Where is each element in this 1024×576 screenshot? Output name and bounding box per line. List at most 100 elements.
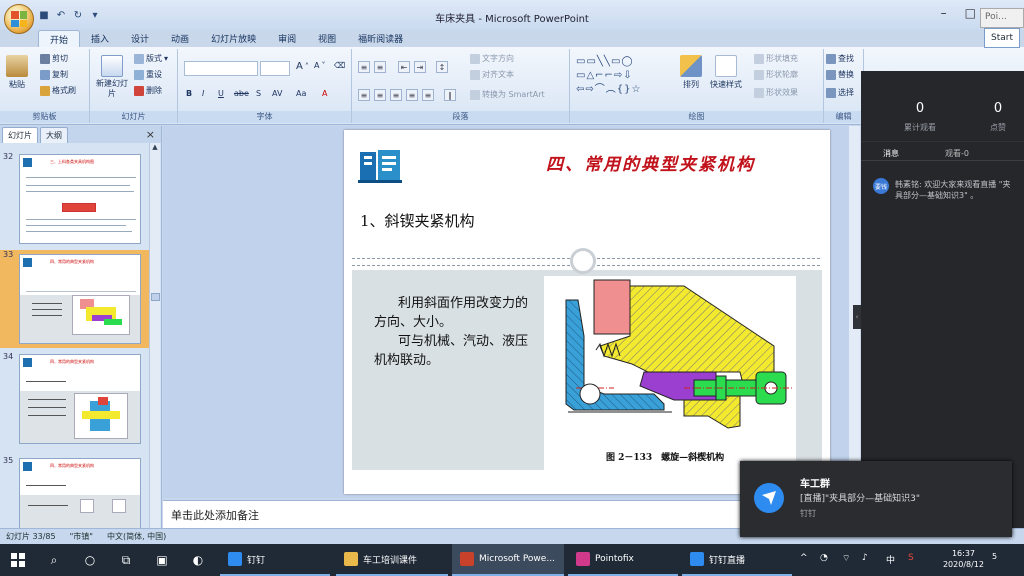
shadow-button[interactable]: S — [256, 89, 261, 98]
replace-button[interactable]: 替换 — [826, 69, 854, 80]
font-size-combo[interactable] — [260, 61, 290, 76]
maximize-icon[interactable]: □ — [965, 6, 976, 20]
align-text-button[interactable]: 对齐文本 — [470, 69, 514, 80]
shape-effects-button[interactable]: 形状效果 — [754, 87, 798, 98]
slide-thumbnail-row[interactable]: 34 四、常用的典型夹紧机构 — [0, 352, 150, 448]
underline-button[interactable]: U — [218, 89, 224, 98]
tab-outline[interactable]: 大纲 — [40, 127, 68, 143]
align-center-icon[interactable]: ≡ — [374, 89, 386, 101]
office-button[interactable] — [4, 4, 34, 34]
taskbar-app-powerpoint[interactable]: Microsoft Powe... — [452, 544, 564, 576]
layout-button[interactable]: 版式 ▾ — [134, 53, 168, 64]
tab-foxit-reader[interactable]: 福昕阅读器 — [347, 30, 414, 48]
reset-icon — [134, 69, 144, 80]
cut-button[interactable]: 剪切 — [40, 53, 68, 64]
taskbar-app-pointofix[interactable]: Pointofix — [568, 544, 678, 576]
increase-indent-icon[interactable]: ⇥ — [414, 61, 426, 73]
align-left-icon[interactable]: ≡ — [358, 89, 370, 101]
arrange-button[interactable]: 排列 — [680, 55, 702, 90]
taskbar-app-dingtalk-live[interactable]: 钉钉直播 — [682, 544, 792, 576]
minimize-icon[interactable]: – — [941, 6, 947, 20]
change-case-button[interactable]: Aa — [296, 89, 306, 98]
italic-button[interactable]: I — [202, 89, 204, 98]
collapse-panel-icon[interactable]: ‹ — [853, 305, 861, 329]
slide-thumbnail[interactable]: 四、常用的典型夹紧机构 — [19, 254, 141, 344]
clock[interactable]: 16:37 2020/8/12 — [943, 548, 984, 570]
select-button[interactable]: 选择 — [826, 87, 854, 98]
tab-insert[interactable]: 插入 — [80, 30, 120, 48]
tab-animations[interactable]: 动画 — [160, 30, 200, 48]
language-indicator[interactable]: 中文(简体, 中国) — [107, 531, 166, 542]
bold-button[interactable]: B — [186, 89, 192, 98]
notification-center-icon[interactable]: 5 — [992, 552, 997, 562]
slide-thumbnail-row[interactable]: 35 四、常用的典型夹紧机构 — [0, 456, 150, 530]
ime-indicator[interactable]: 中 — [886, 553, 895, 566]
slide-thumbnail[interactable]: 四、常用的典型夹紧机构 — [19, 458, 141, 530]
shrink-font-button[interactable]: A ˅ — [314, 61, 325, 70]
font-name-combo[interactable] — [184, 61, 258, 76]
numbering-icon[interactable]: ≡ — [374, 61, 386, 73]
notes-pane[interactable]: 单击此处添加备注 — [163, 500, 741, 528]
distributed-icon[interactable]: ≡ — [422, 89, 434, 101]
windows-start-icon[interactable] — [10, 552, 26, 568]
line-spacing-icon[interactable]: ↕ — [436, 61, 448, 73]
tab-slideshow[interactable]: 幻灯片放映 — [200, 30, 267, 48]
char-spacing-button[interactable]: AV — [272, 89, 282, 98]
taskbar-app-folder[interactable]: 车工培训课件 — [336, 544, 448, 576]
scroll-up-icon[interactable]: ▲ — [150, 143, 160, 154]
font-color-button[interactable]: A — [322, 89, 327, 98]
quick-styles-button[interactable]: 快速样式 — [710, 55, 742, 90]
sogou-icon[interactable]: S — [908, 553, 914, 563]
find-button[interactable]: 查找 — [826, 53, 854, 64]
slides-group-label: 幻灯片 — [90, 111, 177, 123]
notification-toast[interactable]: 车工群 [直播]"夹具部分—基础知识3" 钉钉 — [740, 461, 1012, 537]
tab-messages[interactable]: 消息 — [883, 148, 899, 159]
justify-icon[interactable]: ≡ — [406, 89, 418, 101]
start-button[interactable]: Start — [984, 28, 1020, 48]
slide-thumbnail-row[interactable]: 32 三、上料各类夹具机构图 — [0, 152, 150, 248]
text-direction-button[interactable]: 文字方向 — [470, 53, 514, 64]
tab-review[interactable]: 审阅 — [267, 30, 307, 48]
store-icon[interactable]: ▣ — [154, 552, 170, 568]
align-right-icon[interactable]: ≡ — [390, 89, 402, 101]
strikethrough-button[interactable]: abe — [234, 89, 249, 98]
shape-fill-button[interactable]: 形状填充 — [754, 53, 798, 64]
cortana-icon[interactable]: ○ — [82, 552, 98, 568]
current-slide[interactable]: 四、常用的典型夹紧机构 1、斜锲夹紧机构 利用斜面作用改变力的方向、大小。 可与… — [344, 130, 830, 494]
pointofix-window-tab[interactable]: Poi... — [980, 8, 1024, 28]
grow-font-button[interactable]: A ˄ — [296, 61, 309, 72]
clear-formatting-icon[interactable]: ⌫ — [334, 61, 345, 70]
shapes-gallery[interactable]: ▭▭╲╲▭◯ ▭△⌐⌐⇨⇩ ⇦⇨⌒︵{}☆ — [576, 55, 672, 99]
tab-views[interactable]: 观看-0 — [945, 148, 969, 159]
bullets-icon[interactable]: ≡ — [358, 61, 370, 73]
slide-thumbnail[interactable]: 三、上料各类夹具机构图 — [19, 154, 141, 244]
paste-button[interactable]: 粘贴 — [6, 55, 28, 90]
delete-slide-button[interactable]: 删除 — [134, 85, 162, 96]
tab-home[interactable]: 开始 — [38, 30, 81, 48]
slides-pane-scrollbar[interactable]: ▲ — [149, 143, 160, 528]
scrollbar-thumb[interactable] — [151, 293, 160, 301]
shape-outline-button[interactable]: 形状轮廓 — [754, 69, 798, 80]
show-hidden-icons[interactable]: ^ — [800, 553, 808, 563]
format-painter-button[interactable]: 格式刷 — [40, 85, 76, 96]
columns-icon[interactable]: ∥ — [444, 89, 456, 101]
tab-design[interactable]: 设计 — [120, 30, 160, 48]
copy-button[interactable]: 复制 — [40, 69, 68, 80]
task-view-icon[interactable]: ⧉ — [118, 552, 134, 568]
edge-icon[interactable]: ◐ — [190, 552, 206, 568]
smartart-button[interactable]: 转换为 SmartArt — [470, 89, 545, 100]
new-slide-button[interactable]: 新建幻灯片 — [94, 55, 130, 99]
wifi-icon[interactable]: ⌔ — [842, 553, 850, 564]
decrease-indent-icon[interactable]: ⇤ — [398, 61, 410, 73]
slide-thumbnail-row-selected[interactable]: 33 四、常用的典型夹紧机构 — [0, 250, 150, 348]
tab-slides[interactable]: 幻灯片 — [2, 127, 38, 143]
tab-view[interactable]: 视图 — [307, 30, 347, 48]
close-icon[interactable]: × — [146, 128, 155, 141]
search-icon[interactable]: ⌕ — [46, 552, 62, 568]
slide-thumbnail[interactable]: 四、常用的典型夹紧机构 — [19, 354, 141, 444]
quick-styles-icon — [715, 55, 737, 77]
volume-icon[interactable]: ♪ — [862, 553, 868, 563]
network-icon[interactable]: ◔ — [820, 553, 828, 563]
taskbar-app-dingtalk[interactable]: 钉钉 — [220, 544, 330, 576]
reset-button[interactable]: 重设 — [134, 69, 162, 80]
